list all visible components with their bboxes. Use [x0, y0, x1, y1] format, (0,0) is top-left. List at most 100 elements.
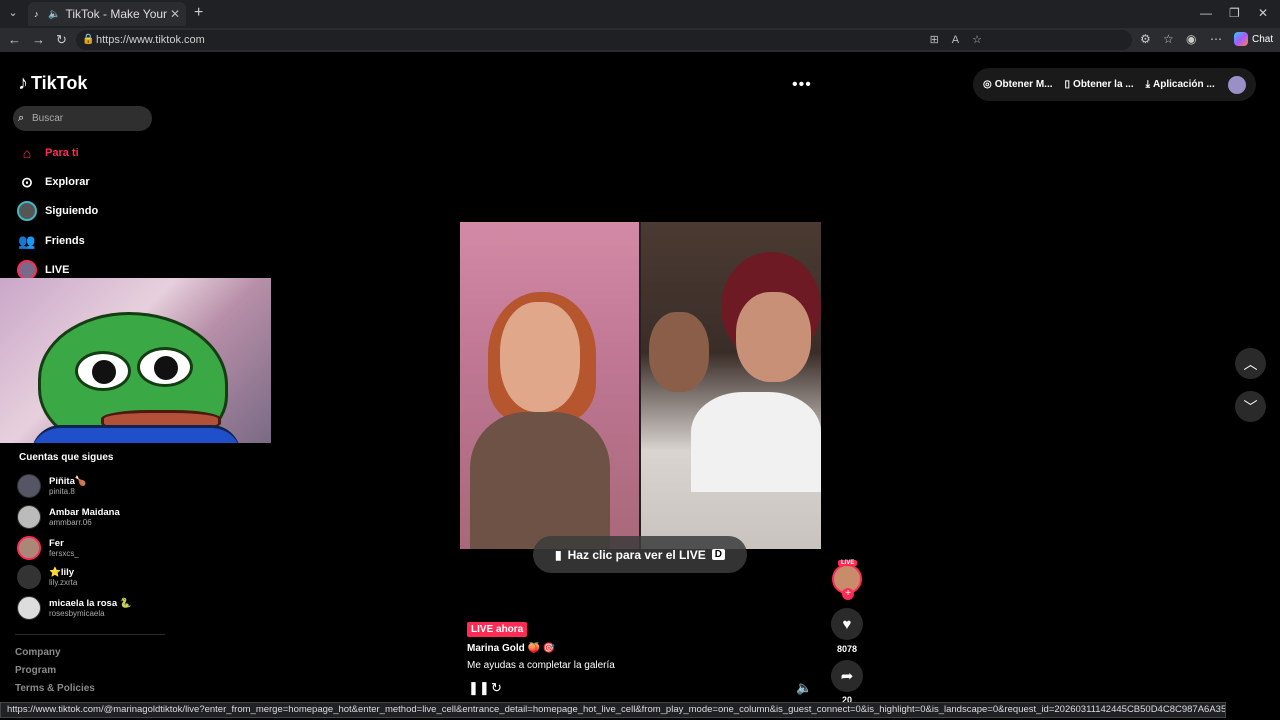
get-coins-button[interactable]: ◎ Obtener M...	[983, 79, 1053, 90]
live-description: Me ayudas a completar la galería	[467, 660, 615, 671]
previous-video-button[interactable]: ︿	[1235, 348, 1266, 379]
avatar	[17, 474, 41, 498]
logo-text: TikTok	[31, 73, 88, 93]
pepe-frog-image	[31, 312, 241, 443]
new-tab-icon[interactable]: +	[194, 4, 203, 22]
account-name: Ambar Maidana	[49, 506, 120, 518]
nav-label: Friends	[45, 235, 85, 247]
nav-item-friends[interactable]: 👥 Friends	[17, 230, 157, 252]
following-icon	[17, 201, 37, 221]
app-icon[interactable]: ⊞	[930, 30, 939, 50]
profile-icon[interactable]: ◉	[1186, 32, 1196, 46]
footer-link-terms[interactable]: Terms & Policies	[15, 683, 95, 694]
top-actions-bar: ◎ Obtener M... ▯ Obtener la ... ⤓ Aplicació…	[973, 68, 1256, 101]
translate-icon[interactable]: A	[952, 30, 959, 50]
live-video-left	[460, 222, 639, 549]
address-toolbar: ← → ↻ 🔒 https://www.tiktok.com ⊞ A ☆ ⚙ ☆…	[0, 28, 1280, 52]
lock-icon[interactable]: 🔒	[82, 30, 94, 50]
watch-live-label: Haz clic para ver el LIVE	[567, 547, 706, 562]
avatar	[17, 596, 41, 620]
footer-link-program[interactable]: Program	[15, 665, 56, 676]
phone-icon: ▯	[1064, 79, 1071, 90]
account-item[interactable]: Fer fersxcs_	[17, 536, 79, 560]
nav-label: Explorar	[45, 176, 90, 188]
close-window-icon[interactable]: ✕	[1258, 6, 1268, 20]
account-handle: ammbarr.06	[49, 517, 92, 527]
account-item[interactable]: Piñita🍗 pinita.8	[17, 474, 87, 498]
account-name: Piñita🍗	[49, 475, 87, 487]
nav-label: Siguiendo	[45, 205, 99, 217]
avatar	[17, 505, 41, 529]
like-button[interactable]: ♥	[831, 608, 863, 640]
host-live-avatar[interactable]: LIVE +	[832, 560, 862, 600]
favorite-star-icon[interactable]: ☆	[972, 30, 982, 50]
live-icon	[17, 260, 37, 280]
account-handle: rosesbymicaela	[49, 608, 105, 618]
user-avatar[interactable]	[1228, 75, 1246, 94]
back-icon[interactable]: ←	[8, 32, 21, 48]
action-label: Aplicación ...	[1153, 79, 1215, 90]
coin-icon: ◎	[983, 79, 992, 90]
friends-icon: 👥	[18, 232, 36, 249]
restore-icon[interactable]: ❐	[1229, 6, 1240, 20]
tab-list-icon[interactable]: ⌄	[4, 4, 22, 22]
follow-plus-icon[interactable]: +	[842, 588, 854, 600]
account-handle: fersxcs_	[49, 548, 79, 558]
close-tab-icon[interactable]: ✕	[170, 7, 180, 21]
live-tag: LIVE	[838, 560, 858, 566]
watch-live-button[interactable]: ▮ Haz clic para ver el LIVE D	[533, 536, 747, 573]
search-icon: ⌕	[18, 112, 25, 124]
tiktok-note-icon: ♪	[18, 72, 28, 94]
avatar	[17, 536, 41, 560]
account-item[interactable]: micaela la rosa 🐍 rosesbymicaela	[17, 596, 132, 620]
live-now-badge: LIVE ahora	[467, 622, 528, 637]
address-bar[interactable]: 🔒 https://www.tiktok.com ⊞ A ☆	[76, 30, 1132, 50]
following-accounts-title: Cuentas que sigues	[19, 452, 114, 463]
favorites-icon[interactable]: ☆	[1163, 32, 1174, 46]
tiktok-favicon-icon: ♪	[34, 9, 39, 19]
live-video-right	[641, 222, 821, 549]
avatar	[17, 565, 41, 589]
chevron-down-icon: ﹀	[1243, 398, 1258, 415]
refresh-icon[interactable]: ↻	[56, 32, 67, 48]
download-icon: ⤓	[1145, 79, 1151, 90]
chat-label: Chat	[1252, 33, 1274, 45]
host-name[interactable]: Marina Gold 🍑 🎯	[467, 643, 555, 654]
extensions-icon[interactable]: ⚙	[1140, 32, 1151, 46]
compass-icon: ⊙	[21, 173, 33, 190]
shortcut-key: D	[711, 549, 725, 560]
share-button[interactable]: ➦	[831, 660, 863, 692]
more-icon[interactable]: ⋯	[1210, 32, 1222, 46]
nav-item-explorar[interactable]: ⊙ Explorar	[17, 171, 157, 193]
browser-tab[interactable]: ♪ 🔈 TikTok - Make Your Day ✕	[28, 2, 186, 26]
more-options-icon[interactable]: •••	[792, 76, 812, 94]
search-input[interactable]: ⌕ Buscar	[13, 106, 152, 131]
account-item[interactable]: Ambar Maidana ammbarr.06	[17, 505, 120, 529]
share-icon: ➦	[840, 668, 854, 685]
tiktok-logo[interactable]: ♪ TikTok	[18, 72, 87, 95]
volume-icon[interactable]: 🔈	[796, 680, 812, 696]
next-video-button[interactable]: ﹀	[1235, 391, 1266, 422]
link-status-bar: https://www.tiktok.com/@marinagoldtiktok…	[0, 702, 1226, 718]
copilot-chat-button[interactable]: Chat	[1234, 32, 1273, 46]
account-handle: lily.zxrta	[49, 577, 78, 587]
desktop-app-button[interactable]: ⤓ Aplicación ...	[1146, 79, 1215, 90]
browser-tab-bar: ⌄ ♪ 🔈 TikTok - Make Your Day ✕ + — ❐ ✕	[0, 0, 1280, 28]
pause-icon[interactable]: ❚❚	[468, 680, 490, 696]
minimize-icon[interactable]: —	[1200, 6, 1212, 20]
speaker-icon[interactable]: 🔈	[48, 9, 60, 20]
nav-label: Para ti	[45, 147, 79, 159]
forward-icon[interactable]: →	[32, 32, 45, 48]
account-name: ⭐lily	[49, 566, 75, 578]
nav-item-siguiendo[interactable]: Siguiendo	[17, 200, 157, 222]
footer-link-company[interactable]: Company	[15, 647, 61, 658]
heart-icon: ♥	[842, 615, 852, 633]
tiktok-page: ♪ TikTok ⌕ Buscar ⌂ Para ti ⊙ Explorar S…	[0, 52, 1280, 720]
get-app-button[interactable]: ▯ Obtener la ...	[1065, 79, 1134, 90]
account-item[interactable]: ⭐lily lily.zxrta	[17, 565, 77, 589]
replay-icon[interactable]: ↻	[491, 680, 502, 696]
nav-label: LIVE	[45, 264, 70, 276]
nav-item-para-ti[interactable]: ⌂ Para ti	[17, 142, 157, 164]
copilot-icon	[1234, 32, 1248, 46]
live-video-player[interactable]	[460, 222, 821, 549]
